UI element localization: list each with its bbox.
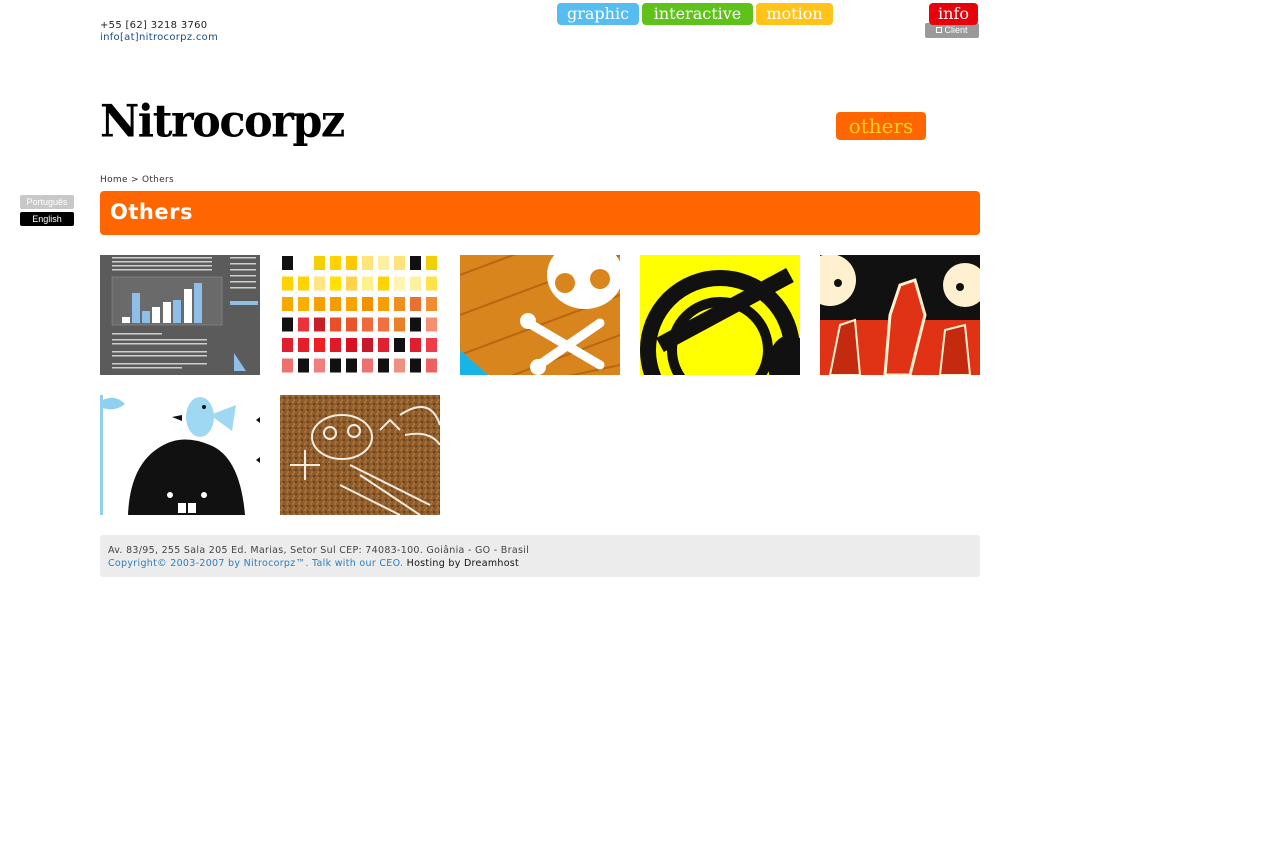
swatch-cell: [378, 338, 389, 352]
swatch-cell: [346, 358, 357, 373]
swatch-cell: [314, 256, 325, 270]
swatch-cell: [298, 338, 309, 352]
thumb-red-fists[interactable]: [820, 255, 980, 375]
swatch-cell: [282, 256, 293, 270]
nav-graphic[interactable]: graphic: [557, 3, 639, 25]
swatch-cell: [298, 297, 309, 311]
swatch-cell: [394, 297, 405, 311]
swatch-cell: [378, 276, 389, 291]
swatch-cell: [298, 317, 309, 332]
red-fists-image: [820, 255, 980, 375]
swatch-cell: [314, 338, 325, 352]
skull-crossbones-image: [460, 255, 620, 375]
swatch-cell: [362, 358, 373, 373]
swatch-cell: [282, 358, 293, 373]
swatch-cell: [426, 338, 437, 352]
thumb-color-swatches[interactable]: [280, 255, 440, 375]
furry-monster-image: [100, 395, 260, 515]
footer-links: Copyright© 2003-2007 by Nitrocorpz™. Tal…: [108, 557, 519, 571]
swatch-cell: [346, 276, 357, 291]
swatch-cell: [426, 297, 437, 311]
swatch-cell: [426, 358, 437, 373]
lang-english[interactable]: English: [20, 212, 74, 226]
swatch-cell: [346, 317, 357, 332]
swatch-cell: [330, 256, 341, 270]
thumb-infographic-chart[interactable]: [100, 255, 260, 375]
swatch-cell: [410, 338, 421, 352]
swatch-cell: [410, 276, 421, 291]
swatch-cell: [346, 256, 357, 270]
swatch-cell: [282, 297, 293, 311]
swatch-cell: [298, 256, 309, 270]
swatch-cell: [378, 317, 389, 332]
swatch-cell: [410, 297, 421, 311]
swatch-cell: [410, 256, 421, 270]
swatch-cell: [346, 297, 357, 311]
swatch-cell: [346, 338, 357, 352]
swatch-cell: [362, 338, 373, 352]
swatch-cell: [362, 297, 373, 311]
thumb-skeleton-cat-sketch[interactable]: [280, 395, 440, 515]
page-title: Others: [110, 200, 193, 224]
swatch-cell: [410, 317, 421, 332]
ceo-contact-link[interactable]: Talk with our CEO.: [312, 558, 403, 569]
swatch-cell: [298, 358, 309, 373]
swatch-cell: [394, 276, 405, 291]
swatch-cell: [394, 358, 405, 373]
swatch-cell: [282, 338, 293, 352]
swatch-cell: [282, 317, 293, 332]
nav-info[interactable]: info: [929, 3, 978, 25]
nav-others[interactable]: others: [836, 112, 926, 140]
email-link[interactable]: info[at]nitrocorpz.com: [100, 32, 218, 44]
swatch-cell: [362, 276, 373, 291]
client-label: Client: [944, 25, 968, 35]
swatch-cell: [314, 297, 325, 311]
phone-number: +55 [62] 3218 3760: [100, 20, 208, 31]
color-swatches-image: [282, 256, 437, 373]
contact-info: +55 [62] 3218 3760 info[at]nitrocorpz.co…: [100, 20, 218, 44]
swatch-cell: [426, 256, 437, 270]
page-title-bar: Others: [100, 191, 980, 235]
thumb-skull-crossbones-wood[interactable]: [460, 255, 620, 375]
lock-icon: [936, 27, 943, 33]
copyright-link[interactable]: Copyright© 2003-2007 by Nitrocorpz™.: [108, 558, 309, 569]
nav-motion[interactable]: motion: [756, 3, 833, 25]
swatch-cell: [394, 338, 405, 352]
swatch-cell: [410, 358, 421, 373]
letter-e-image: [640, 255, 800, 375]
swatch-cell: [362, 317, 373, 332]
swatch-cell: [378, 256, 389, 270]
swatch-cell: [282, 276, 293, 291]
swatch-cell: [394, 256, 405, 270]
swatch-cell: [298, 276, 309, 291]
skeleton-cat-image: [280, 395, 440, 515]
nav-interactive[interactable]: interactive: [642, 3, 753, 25]
swatch-cell: [426, 317, 437, 332]
swatch-cell: [362, 256, 373, 270]
footer-address: Av. 83/95, 255 Sala 205 Ed. Marias, Seto…: [108, 545, 530, 556]
thumb-yellow-letter-e[interactable]: [640, 255, 800, 375]
lang-portuguese[interactable]: Português: [20, 195, 74, 209]
swatch-cell: [330, 276, 341, 291]
thumb-furry-monster-bird[interactable]: [100, 395, 260, 515]
swatch-cell: [378, 358, 389, 373]
swatch-cell: [314, 358, 325, 373]
client-login-button[interactable]: Client: [925, 23, 979, 38]
swatch-cell: [314, 317, 325, 332]
swatch-cell: [426, 276, 437, 291]
infographic-image: [100, 255, 260, 375]
swatch-cell: [330, 317, 341, 332]
swatch-cell: [378, 297, 389, 311]
site-logo[interactable]: Nitrocorpz: [100, 93, 345, 152]
swatch-cell: [330, 358, 341, 373]
hosting-link[interactable]: Hosting by Dreamhost: [407, 558, 519, 569]
swatch-cell: [394, 317, 405, 332]
footer: Av. 83/95, 255 Sala 205 Ed. Marias, Seto…: [100, 535, 980, 577]
swatch-cell: [330, 338, 341, 352]
swatch-cell: [330, 297, 341, 311]
swatch-cell: [314, 276, 325, 291]
breadcrumb: Home > Others: [100, 175, 174, 185]
